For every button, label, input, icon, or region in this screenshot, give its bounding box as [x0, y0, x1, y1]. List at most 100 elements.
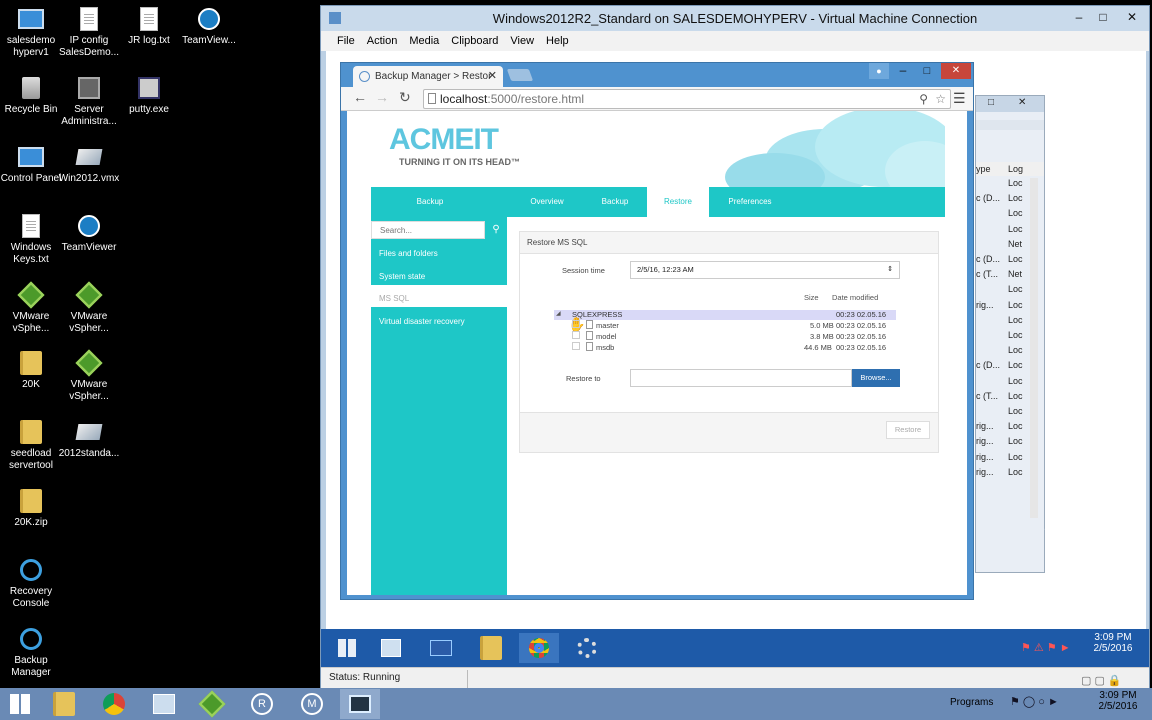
session-select[interactable]: 2/5/16, 12:23 AM ⇕: [630, 261, 900, 279]
host-network-icon[interactable]: [144, 689, 184, 719]
maximize-icon[interactable]: □: [1091, 8, 1115, 26]
host-chrome-icon[interactable]: [94, 689, 134, 719]
sidebar-item-ms-sql[interactable]: MS SQL: [379, 294, 409, 303]
bg-table-row[interactable]: c (T... Net: [976, 269, 1030, 279]
forward-icon[interactable]: →: [375, 89, 389, 105]
nav-brand[interactable]: Backup Manager: [401, 187, 459, 236]
profile-icon[interactable]: ●: [869, 63, 889, 79]
panel-title: Restore MS SQL: [520, 232, 938, 254]
bg-table-row[interactable]: rig... Loc: [976, 436, 1030, 446]
nav-overview[interactable]: Overview: [521, 187, 573, 217]
tray-icons[interactable]: ⚑ ⚠ ⚑ ►: [1021, 641, 1077, 655]
desktop-icon[interactable]: Recovery Console: [0, 557, 62, 610]
desktop-icon[interactable]: Windows Keys.txt: [0, 213, 62, 266]
chrome-icon[interactable]: [519, 633, 559, 663]
address-bar[interactable]: localhost:5000/restore.html ⚲ ☆: [423, 89, 951, 109]
bg-scrollbar[interactable]: [1030, 178, 1038, 518]
host-explorer-icon[interactable]: [44, 689, 84, 719]
desktop-icon[interactable]: TeamViewer: [58, 213, 120, 254]
browser-tab[interactable]: Backup Manager > Restor ✕: [353, 66, 503, 87]
desktop-icon[interactable]: 20K.zip: [0, 488, 62, 529]
powershell-icon[interactable]: [421, 633, 461, 663]
start-icon[interactable]: [327, 633, 367, 663]
desktop-icon[interactable]: TeamView...: [178, 6, 240, 47]
programs-toolbar[interactable]: Programs: [950, 697, 993, 708]
desktop-icon[interactable]: 2012standa...: [58, 419, 120, 460]
tree-item-master[interactable]: master: [596, 321, 619, 330]
desktop-icon[interactable]: Server Administra...: [58, 75, 120, 128]
bg-maximize-icon[interactable]: □: [988, 97, 994, 108]
tree-item-msdb[interactable]: msdb: [596, 343, 614, 352]
desktop-icon[interactable]: IP config SalesDemo...: [58, 6, 120, 59]
sidebar-search-input[interactable]: [371, 221, 485, 239]
browser-maximize-icon[interactable]: □: [917, 63, 937, 79]
putty-icon: [136, 75, 162, 101]
tab-close-icon[interactable]: ✕: [488, 66, 497, 87]
back-icon[interactable]: ←: [353, 89, 367, 105]
search-icon[interactable]: ⚲: [485, 221, 507, 239]
new-tab-button[interactable]: [506, 69, 534, 81]
minimize-icon[interactable]: –: [1067, 8, 1091, 26]
menu-clipboard[interactable]: Clipboard: [445, 31, 504, 51]
desktop-icon[interactable]: Backup Manager: [0, 626, 62, 679]
tree-checkbox[interactable]: [572, 320, 580, 328]
desktop-icon[interactable]: 20K: [0, 350, 62, 391]
menu-media[interactable]: Media: [403, 31, 445, 51]
tree-item-model[interactable]: model: [596, 332, 616, 341]
bg-table-row[interactable]: c (D... Loc: [976, 254, 1030, 264]
bg-table-row[interactable]: rig... Loc: [976, 300, 1030, 310]
logo-text: ACMEIT: [389, 123, 499, 156]
menu-help[interactable]: Help: [540, 31, 575, 51]
reload-icon[interactable]: ↻: [399, 89, 411, 106]
desktop-icon[interactable]: Control Panel: [0, 144, 62, 185]
desktop-icon[interactable]: VMware vSpher...: [58, 349, 120, 403]
browser-minimize-icon[interactable]: –: [893, 63, 913, 79]
desktop-icon[interactable]: JR log.txt: [118, 6, 180, 47]
bg-table-row[interactable]: rig... Loc: [976, 421, 1030, 431]
host-vmware-icon[interactable]: [192, 689, 232, 719]
server-manager-icon[interactable]: [371, 633, 411, 663]
bg-cell-log: Loc: [1008, 360, 1023, 371]
menu-action[interactable]: Action: [361, 31, 404, 51]
desktop-icon[interactable]: putty.exe: [118, 75, 180, 116]
close-icon[interactable]: ✕: [1117, 8, 1147, 26]
browse-button[interactable]: Browse...: [852, 369, 900, 387]
nav-preferences[interactable]: Preferences: [719, 187, 781, 217]
bg-table-row[interactable]: c (T... Loc: [976, 391, 1030, 401]
nav-restore[interactable]: Restore: [647, 187, 709, 217]
restore-button[interactable]: Restore: [886, 421, 930, 439]
bg-table-row[interactable]: rig... Loc: [976, 452, 1030, 462]
browser-menu-icon[interactable]: ☰: [953, 90, 966, 107]
zoom-icon[interactable]: ⚲: [919, 90, 928, 108]
nav-backup[interactable]: Backup: [589, 187, 641, 217]
bookmark-star-icon[interactable]: ☆: [935, 90, 946, 108]
bg-table-row[interactable]: rig... Loc: [976, 467, 1030, 477]
desktop-icon[interactable]: salesdemo hyperv1: [0, 6, 62, 59]
desktop-icon[interactable]: Recycle Bin: [0, 75, 62, 116]
host-vm-connection-icon[interactable]: [340, 689, 380, 719]
browser-close-icon[interactable]: ✕: [941, 63, 971, 79]
menu-view[interactable]: View: [504, 31, 540, 51]
desktop-icon[interactable]: seedload servertool: [0, 419, 62, 472]
expand-triangle-icon[interactable]: ◢: [556, 310, 561, 317]
host-backup-icon[interactable]: M: [292, 689, 332, 719]
restore-to-input[interactable]: [630, 369, 852, 387]
tree-checkbox[interactable]: [572, 342, 580, 350]
file-explorer-icon[interactable]: [471, 633, 511, 663]
menu-file[interactable]: File: [331, 31, 361, 51]
host-tray-icons[interactable]: ⚑ ◯ ○ ►: [1010, 695, 1059, 708]
host-recovery-icon[interactable]: R: [242, 689, 282, 719]
host-taskbar: R M Programs ⚑ ◯ ○ ► 3:09 PM 2/5/2016: [0, 688, 1152, 720]
bg-close-icon[interactable]: ✕: [1018, 97, 1026, 108]
sidebar-item-files[interactable]: Files and folders: [379, 249, 438, 258]
host-start-icon[interactable]: [0, 689, 40, 719]
settings-gear-icon[interactable]: [567, 633, 607, 663]
sidebar-item-system-state[interactable]: System state: [379, 272, 425, 281]
desktop-icon[interactable]: Win2012.vmx: [58, 144, 120, 185]
desktop-icon[interactable]: VMware vSphe...: [0, 281, 62, 335]
desktop-icon[interactable]: VMware vSpher...: [58, 281, 120, 335]
bg-table-row[interactable]: c (D... Loc: [976, 193, 1030, 203]
sidebar-item-vdr[interactable]: Virtual disaster recovery: [379, 317, 465, 326]
bg-table-row[interactable]: c (D... Loc: [976, 360, 1030, 370]
tree-checkbox[interactable]: [572, 331, 580, 339]
